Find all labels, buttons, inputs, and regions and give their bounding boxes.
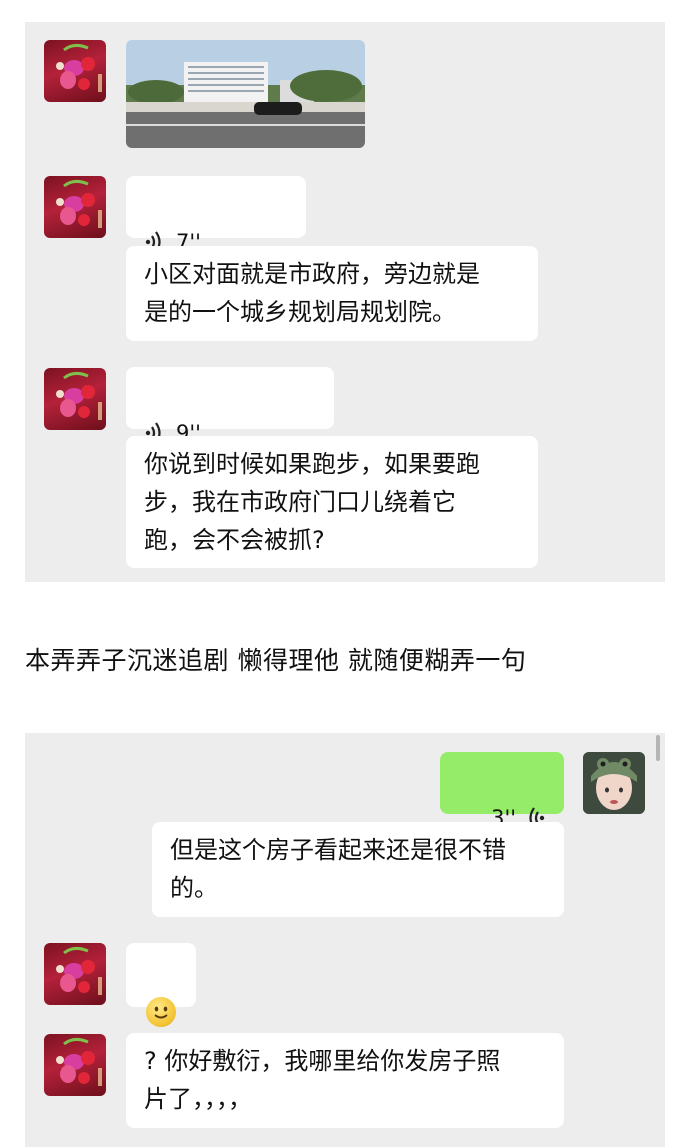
voice-message-bubble[interactable]: 7''	[126, 176, 306, 254]
avatar-contact[interactable]	[44, 176, 106, 238]
caption-text: 本弄弄子沉迷追剧 懒得理他 就随便糊弄一句	[25, 646, 527, 675]
voice-message-bubble[interactable]: 9''	[126, 367, 334, 445]
shared-building-photo[interactable]	[126, 40, 365, 148]
chat-panel-top: 7'' 小区对面就是市政府，旁边就是 是的一个城乡规划局规划院。 9'' 你说到…	[25, 22, 665, 582]
scrollbar[interactable]	[656, 735, 660, 761]
voice-message-bubble-self[interactable]: 3''	[440, 752, 564, 830]
avatar-contact[interactable]	[44, 943, 106, 1005]
avatar-contact[interactable]	[44, 368, 106, 430]
smile-emoji	[146, 997, 176, 1027]
text-message-bubble[interactable]: 小区对面就是市政府，旁边就是 是的一个城乡规划局规划院。	[126, 246, 538, 341]
text-message-bubble[interactable]: ? 你好敷衍，我哪里给你发房子照 片了，，，，	[126, 1033, 564, 1128]
emoji-message-bubble[interactable]	[126, 943, 196, 1027]
text-message-bubble[interactable]: 但是这个房子看起来还是很不错 的。	[152, 822, 564, 917]
avatar-self[interactable]	[583, 752, 645, 814]
avatar-contact[interactable]	[44, 1034, 106, 1096]
text-message-bubble[interactable]: 你说到时候如果跑步，如果要跑 步，我在市政府门口儿绕着它 跑，会不会被抓?	[126, 436, 538, 568]
chat-panel-bottom: 3'' 但是这个房子看起来还是很不错 的。 ? 你好敷衍，我哪里给你发房子照 片…	[25, 733, 665, 1147]
avatar-contact[interactable]	[44, 40, 106, 102]
